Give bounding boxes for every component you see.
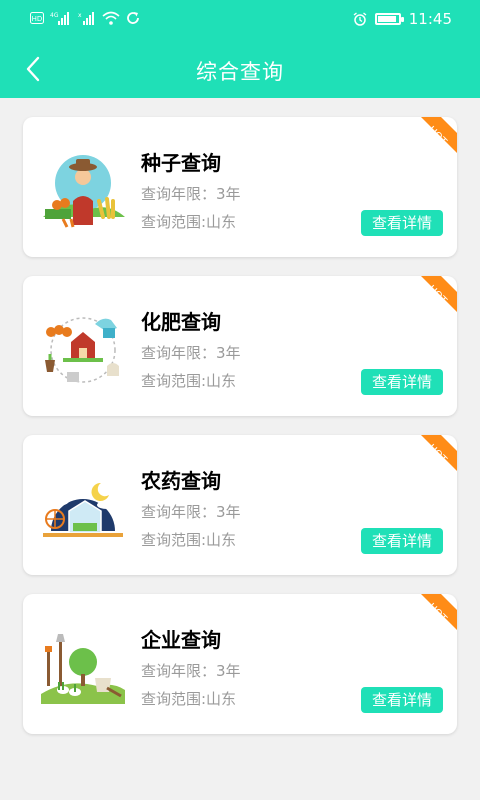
hot-badge: HOT	[421, 594, 457, 630]
svg-text:x: x	[78, 12, 82, 19]
alarm-icon	[353, 12, 367, 26]
header-bar: 综合查询	[0, 40, 480, 98]
hot-badge: HOT	[421, 435, 457, 471]
page-title: 综合查询	[196, 60, 284, 84]
signal-icon: x	[78, 12, 94, 25]
query-card-fertilizer[interactable]: 化肥查询 查询年限：3年 查询范围:山东 查看详情 HOT	[23, 276, 457, 416]
card-title: 种子查询	[141, 151, 221, 175]
query-card-pesticide[interactable]: 农药查询 查询年限：3年 查询范围:山东 查看详情 HOT	[23, 435, 457, 575]
status-left: HD 4G x	[30, 11, 140, 25]
status-time: 11:45	[408, 10, 452, 28]
battery-icon	[374, 13, 404, 25]
farm-cycle-illustration	[45, 317, 119, 383]
farmer-illustration	[43, 155, 125, 228]
query-card-seed[interactable]: 种子查询 查询年限：3年 查询范围:山东 查看详情 HOT	[23, 117, 457, 257]
signal-4g-icon: 4G	[50, 12, 69, 25]
card-title: 企业查询	[141, 628, 221, 652]
card-title: 农药查询	[141, 469, 221, 493]
view-details-button[interactable]: 查看详情	[361, 687, 443, 713]
card-query-scope: 查询范围:山东	[141, 372, 237, 390]
greenhouse-illustration	[43, 482, 123, 537]
hot-badge: HOT	[421, 117, 457, 153]
status-bar: HD 4G x 11:45	[0, 0, 480, 40]
svg-text:HD: HD	[32, 15, 43, 23]
status-right: 11:45	[353, 10, 452, 28]
garden-tools-illustration	[41, 634, 125, 704]
card-query-years: 查询年限：3年	[141, 185, 241, 203]
hot-badge: HOT	[421, 276, 457, 312]
card-query-years: 查询年限：3年	[141, 503, 241, 521]
card-title: 化肥查询	[141, 310, 221, 334]
card-query-years: 查询年限：3年	[141, 662, 241, 680]
wifi-icon	[102, 11, 120, 25]
svg-text:4G: 4G	[50, 12, 59, 19]
card-query-scope: 查询范围:山东	[141, 531, 237, 549]
card-query-years: 查询年限：3年	[141, 344, 241, 362]
hd-icon: HD	[30, 12, 44, 24]
query-card-enterprise[interactable]: 企业查询 查询年限：3年 查询范围:山东 查看详情 HOT	[23, 594, 457, 734]
view-details-button[interactable]: 查看详情	[361, 210, 443, 236]
sync-icon	[127, 12, 139, 24]
card-query-scope: 查询范围:山东	[141, 213, 237, 231]
card-query-scope: 查询范围:山东	[141, 690, 237, 708]
query-card-list: 种子查询 查询年限：3年 查询范围:山东 查看详情 HOT 化肥查询 查询年限：…	[23, 117, 457, 753]
view-details-button[interactable]: 查看详情	[361, 528, 443, 554]
view-details-button[interactable]: 查看详情	[361, 369, 443, 395]
